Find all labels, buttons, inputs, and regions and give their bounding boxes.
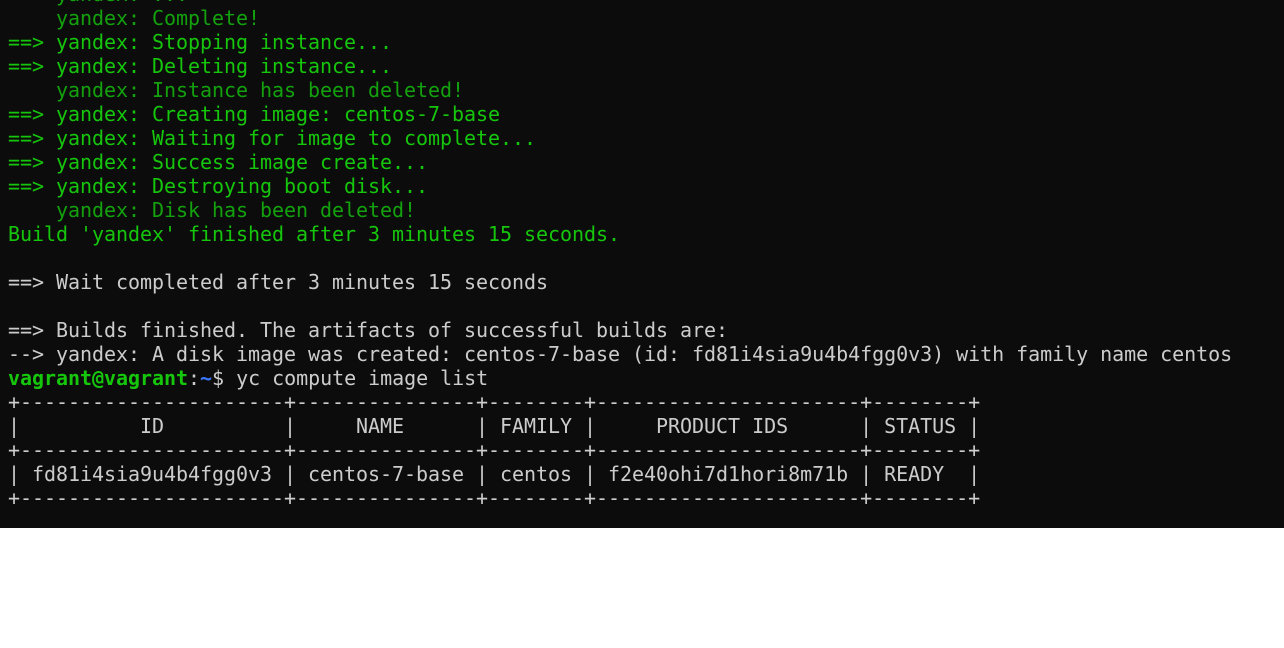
output-line: yandex: Complete!	[8, 6, 261, 30]
output-line: --> yandex: A disk image was created: ce…	[8, 342, 1233, 366]
output-line: ==> yandex: Waiting for image to complet…	[8, 126, 537, 150]
output-line: ==> yandex: Destroying boot disk...	[8, 174, 429, 198]
output-line: ==> Wait completed after 3 minutes 15 se…	[8, 270, 549, 294]
prompt-command: yc compute image list	[236, 366, 489, 390]
table-border: +----------------------+---------------+…	[8, 486, 981, 510]
table-row: | ID | NAME | FAMILY | PRODUCT IDS | STA…	[8, 414, 981, 438]
prompt-colon: :	[188, 366, 201, 390]
prompt-user-host: vagrant@vagrant	[8, 366, 189, 390]
output-line: ==> Builds finished. The artifacts of su…	[8, 318, 729, 342]
output-line: ==> yandex: Success image create...	[8, 150, 429, 174]
output-line: Build 'yandex' finished after 3 minutes …	[8, 222, 621, 246]
prompt-line: vagrant@vagrant:~$ yc compute image list	[8, 366, 1232, 390]
output-line: ==> yandex: Deleting instance...	[8, 54, 393, 78]
output-line: ==> yandex: Creating image: centos-7-bas…	[8, 102, 501, 126]
table-border: +----------------------+---------------+…	[8, 390, 981, 414]
image-list-table: +----------------------+---------------+…	[8, 390, 1232, 510]
table-row: | fd81i4sia9u4b4fgg0v3 | centos-7-base |…	[8, 462, 981, 486]
table-border: +----------------------+---------------+…	[8, 438, 981, 462]
prompt-path: ~	[200, 366, 213, 390]
output-line: ==> yandex: Stopping instance...	[8, 30, 393, 54]
output-line: yandex: Disk has been deleted!	[8, 198, 417, 222]
output-line: yandex: Instance has been deleted!	[8, 78, 465, 102]
terminal-output: yandex: ... yandex: Complete!==> yandex:…	[8, 0, 1232, 510]
prompt-dollar: $	[212, 366, 237, 390]
terminal-window[interactable]: yandex: ... yandex: Complete!==> yandex:…	[0, 0, 1284, 528]
